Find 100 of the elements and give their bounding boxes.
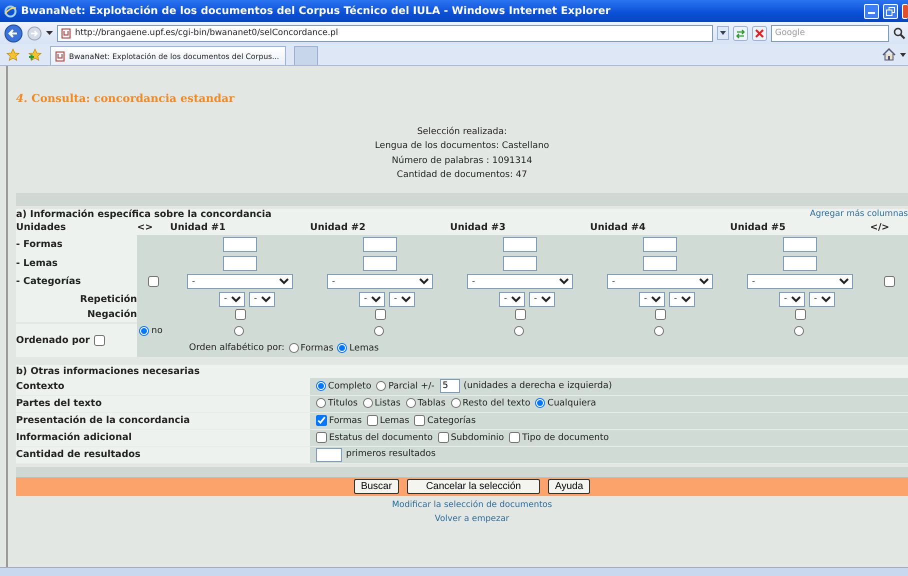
repetition-dropdown[interactable]: - (389, 292, 415, 307)
selection-info: Cantidad de documentos: 47 (396, 170, 528, 180)
option-label: Formas (300, 343, 334, 354)
radio-button[interactable] (406, 398, 416, 408)
lemma-field[interactable] (503, 256, 537, 271)
radio-button[interactable] (794, 326, 804, 336)
repetition-dropdown[interactable]: - (499, 292, 525, 307)
add-favorite-icon[interactable] (28, 48, 42, 62)
minimize-button[interactable] (864, 4, 879, 18)
row-label: Presentación de la concordancia (16, 414, 190, 426)
radio-button[interactable] (234, 326, 244, 336)
lemma-field[interactable] (223, 256, 257, 271)
row-label: - Formas (16, 238, 63, 250)
radio-button[interactable] (514, 326, 524, 336)
repetition-dropdown[interactable]: - (219, 292, 245, 307)
form-field[interactable] (503, 236, 537, 252)
radio-button[interactable] (654, 326, 664, 336)
restore-button[interactable] (883, 4, 898, 18)
form-field[interactable] (363, 236, 397, 252)
page-icon (55, 50, 65, 62)
text-link[interactable]: Modificar la selección de documentos (392, 500, 552, 510)
home-icon[interactable] (882, 48, 896, 61)
url-text: http://brangaene.upf.es/cgi-bin/bwananet0/selConcordance.pl (75, 28, 338, 38)
repetition-dropdown[interactable]: - (359, 292, 385, 307)
checkbox[interactable] (374, 309, 386, 320)
radio-button[interactable] (376, 380, 386, 391)
column-header: Unidad #1 (170, 222, 226, 234)
form-field[interactable] (223, 236, 257, 252)
repetition-dropdown[interactable]: - (809, 292, 835, 307)
checkbox[interactable] (234, 309, 246, 320)
checkbox[interactable] (148, 276, 159, 287)
repetition-dropdown[interactable]: - (529, 292, 555, 307)
row-label: - Categorías (16, 276, 81, 288)
section-title: b) Otras informaciones necesarias (16, 366, 200, 377)
row-label: Ordenado por (16, 334, 90, 346)
address-field[interactable]: http://brangaene.upf.es/cgi-bin/bwananet0/selConcordance.pl (57, 24, 713, 42)
column-header: Unidad #4 (590, 222, 646, 234)
radio-button[interactable] (288, 342, 299, 353)
radio-button[interactable] (450, 398, 461, 408)
horizontal-scrollbar[interactable] (0, 567, 908, 576)
checkbox[interactable] (316, 414, 327, 426)
lemma-field[interactable] (363, 256, 397, 271)
checkbox[interactable] (514, 309, 526, 320)
checkbox[interactable] (94, 334, 105, 346)
form-field[interactable] (783, 236, 817, 252)
category-dropdown[interactable]: - (607, 274, 713, 290)
number-field[interactable]: 5 (440, 379, 460, 394)
category-dropdown[interactable]: - (187, 274, 293, 290)
repetition-dropdown[interactable]: - (669, 292, 695, 307)
checkbox[interactable] (414, 414, 426, 426)
radio-button[interactable] (316, 380, 326, 391)
checkbox[interactable] (316, 432, 327, 443)
lemma-field[interactable] (643, 256, 677, 271)
dropdown-arrow-icon[interactable] (900, 52, 906, 56)
category-dropdown[interactable]: - (467, 274, 573, 290)
radio-button[interactable] (337, 342, 348, 353)
column-header: <> (137, 222, 153, 234)
close-button[interactable] (902, 4, 908, 18)
minimize-icon (868, 12, 875, 14)
category-dropdown[interactable]: - (747, 274, 853, 290)
action-button[interactable]: Ayuda (548, 479, 590, 494)
lemma-field[interactable] (783, 256, 817, 271)
row-label: Partes del texto (16, 398, 102, 409)
number-field[interactable] (316, 448, 342, 462)
dropdown-arrow-icon[interactable] (46, 31, 53, 35)
field-note: primeros resultados (346, 449, 436, 460)
section-title: a) Información específica sobre la concordancia (16, 209, 272, 221)
repetition-dropdown[interactable]: - (249, 292, 275, 307)
checkbox[interactable] (884, 276, 894, 287)
back-icon[interactable] (4, 24, 23, 42)
option-label: Listas (374, 398, 401, 408)
repetition-dropdown[interactable]: - (639, 292, 665, 307)
column-header: Unidad #3 (450, 222, 506, 234)
checkbox[interactable] (654, 309, 666, 320)
category-dropdown[interactable]: - (327, 274, 433, 290)
row-label: Contexto (16, 380, 64, 392)
window-title: BwanaNet: Explotación de los documentos del Corpus Técnico del IULA - Windows Internet Explorer (21, 4, 610, 18)
checkbox[interactable] (438, 432, 449, 443)
radio-button[interactable] (139, 326, 150, 336)
radio-button[interactable] (362, 398, 373, 408)
form-field[interactable] (643, 236, 677, 252)
text-link[interactable]: Volver a empezar (434, 514, 510, 524)
add-columns-link[interactable]: Agregar más columnas (810, 209, 908, 221)
favorites-star-icon[interactable] (6, 48, 20, 62)
restore-icon (886, 6, 895, 16)
page-icon (61, 28, 71, 38)
radio-button[interactable] (374, 326, 384, 336)
checkbox[interactable] (794, 309, 806, 320)
checkbox[interactable] (509, 432, 520, 443)
stop-icon[interactable] (752, 26, 767, 40)
radio-button[interactable] (535, 398, 546, 408)
checkbox[interactable] (366, 414, 378, 426)
radio-button[interactable] (316, 398, 326, 408)
search-icon[interactable] (893, 26, 906, 40)
action-button[interactable]: Buscar (354, 479, 399, 494)
row-label: Negación (87, 309, 137, 320)
browser-logo-icon (4, 4, 17, 18)
selection-info: Selección realizada: (417, 127, 507, 138)
repetition-dropdown[interactable]: - (779, 292, 805, 307)
action-button[interactable]: Cancelar la selección (406, 479, 540, 494)
